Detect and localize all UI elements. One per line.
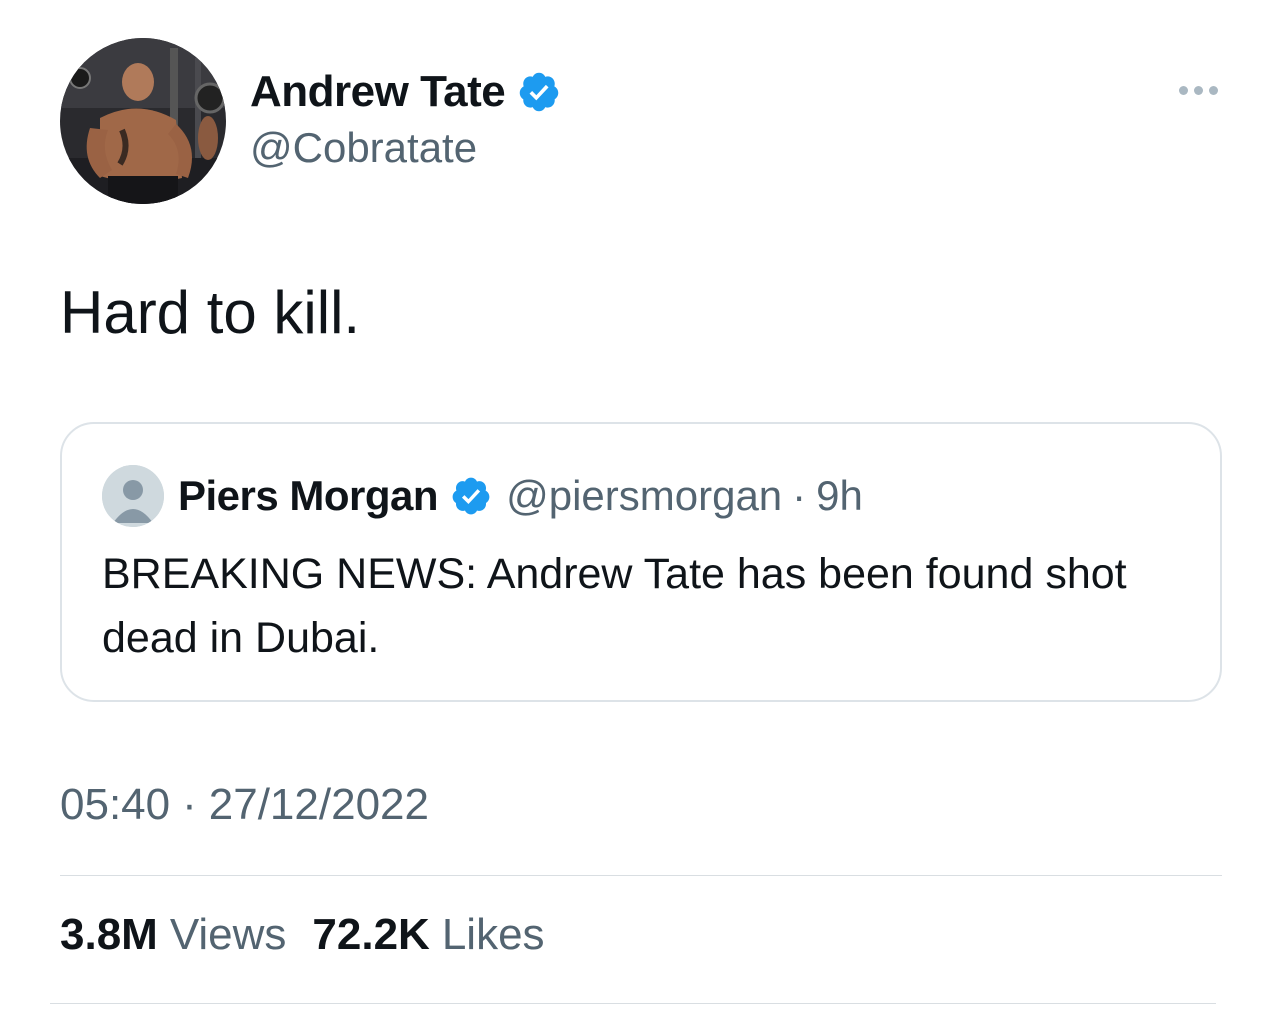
quoted-author-name: Piers Morgan	[178, 472, 439, 519]
divider	[60, 875, 1222, 876]
quoted-separator: ·	[792, 472, 807, 519]
quoted-tweet-text: BREAKING NEWS: Andrew Tate has been foun…	[102, 550, 1127, 662]
tweet-stats: 3.8M Views 72.2K Likes	[60, 910, 571, 960]
verified-badge-icon	[520, 72, 559, 112]
dot	[1193, 85, 1203, 95]
views-stat[interactable]: 3.8M Views	[60, 910, 286, 960]
profile-photo-image	[60, 38, 226, 204]
tweet-date: 27/12/2022	[208, 780, 429, 829]
tweet-text: Hard to kill.	[60, 279, 361, 346]
verified-badge-icon	[452, 477, 490, 515]
likes-label: Likes	[441, 910, 545, 959]
timestamp-separator: ·	[182, 780, 197, 829]
views-label: Views	[169, 910, 287, 959]
author-handle[interactable]: @Cobratate	[250, 124, 477, 172]
default-avatar-icon	[102, 465, 164, 527]
author-name-row: Andrew Tate	[250, 64, 561, 120]
dot	[1208, 85, 1218, 95]
quoted-tweet-header: Piers Morgan @piersmorgan · 9h	[102, 464, 863, 528]
dot	[1178, 85, 1188, 95]
tweet-timestamp[interactable]: 05:40 · 27/12/2022	[60, 780, 429, 830]
divider	[50, 1003, 1216, 1004]
author-name[interactable]: Andrew Tate	[250, 67, 506, 117]
likes-stat[interactable]: 72.2K Likes	[312, 910, 544, 960]
views-count: 3.8M	[60, 910, 158, 959]
quoted-tweet-card[interactable]: Piers Morgan @piersmorgan · 9h BREAKING …	[60, 422, 1222, 702]
author-avatar[interactable]	[60, 38, 226, 204]
likes-count: 72.2K	[312, 910, 430, 959]
quoted-author-handle: @piersmorgan	[506, 472, 783, 519]
tweet-time: 05:40	[60, 780, 171, 829]
quoted-time-ago: 9h	[816, 472, 863, 519]
tweet-detail: Andrew Tate @Cobratate Hard to kill. Pie…	[0, 0, 1284, 1013]
more-options-icon[interactable]	[1168, 70, 1228, 110]
